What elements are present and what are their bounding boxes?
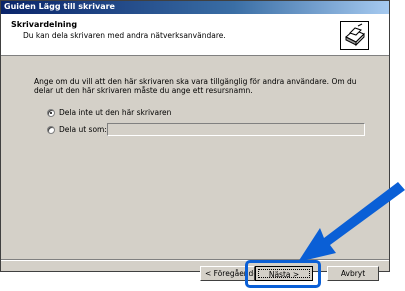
radio-share-as-label[interactable]: Dela ut som: xyxy=(59,125,107,134)
radio-button-unchecked[interactable] xyxy=(47,125,55,134)
wizard-header: Skrivardelning Du kan dela skrivaren med… xyxy=(1,14,389,56)
header-title: Skrivardelning xyxy=(11,20,78,29)
header-subtitle: Du kan dela skrivaren med andra nätverks… xyxy=(23,31,226,40)
next-button-highlight xyxy=(245,260,321,288)
printer-icon xyxy=(340,21,369,50)
window-title: Guiden Lägg till skrivare xyxy=(4,2,115,11)
radio-no-share-label[interactable]: Dela inte ut den här skrivaren xyxy=(59,108,171,117)
radio-button-checked[interactable] xyxy=(47,108,55,117)
button-separator xyxy=(1,259,389,261)
cancel-button[interactable]: Avbryt xyxy=(327,266,379,281)
radio-no-share[interactable]: Dela inte ut den här skrivaren xyxy=(47,108,171,117)
add-printer-wizard-window: Guiden Lägg till skrivare Skrivardelning… xyxy=(0,0,390,281)
instruction-text: Ange om du vill att den här skrivaren sk… xyxy=(34,77,357,95)
title-bar[interactable]: Guiden Lägg till skrivare xyxy=(1,1,389,14)
radio-share-as[interactable]: Dela ut som: xyxy=(47,125,107,134)
share-name-input[interactable] xyxy=(107,123,365,136)
